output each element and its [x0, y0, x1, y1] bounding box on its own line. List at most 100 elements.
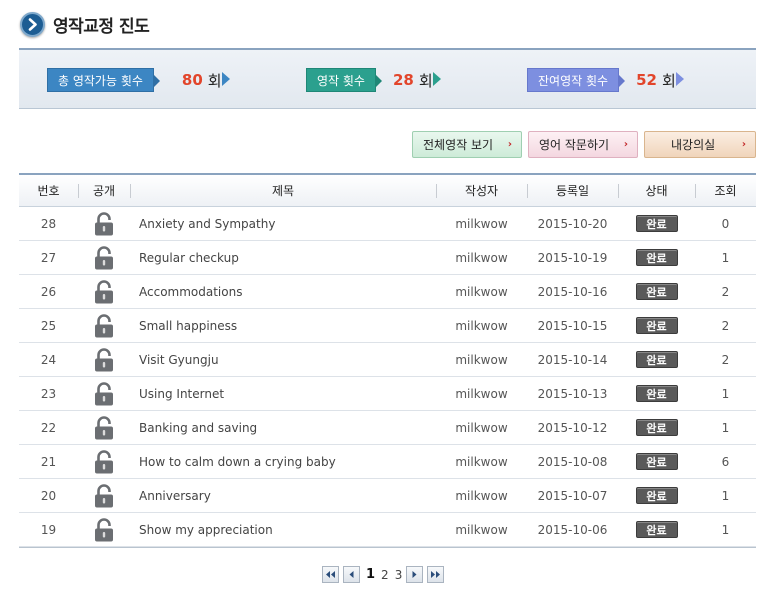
- status-badge: 완료: [635, 419, 678, 436]
- row-views: 1: [721, 488, 730, 503]
- view-all-button[interactable]: 전체영작 보기 ›: [412, 131, 522, 158]
- row-status: 완료: [618, 487, 695, 504]
- write-english-button[interactable]: 영어 작문하기 ›: [528, 131, 638, 158]
- header-date: 등록일: [527, 182, 618, 199]
- stat-arrow-icon: [432, 72, 441, 86]
- row-no: 22: [40, 420, 57, 435]
- row-author: milkwow: [455, 386, 508, 401]
- write-english-label: 영어 작문하기: [539, 138, 610, 152]
- lock-icon: [94, 381, 114, 406]
- row-author: milkwow: [455, 352, 508, 367]
- row-title-link[interactable]: Visit Gyungju: [130, 353, 436, 367]
- page-1[interactable]: 1: [366, 567, 375, 582]
- public-status: [78, 517, 130, 542]
- row-title-link[interactable]: Anniversary: [130, 489, 436, 503]
- left-icon: [349, 571, 354, 578]
- stat-remaining-value: 52: [636, 71, 657, 89]
- row-status: 완료: [618, 317, 695, 334]
- first-page-button[interactable]: [322, 566, 339, 583]
- double-left-icon: [326, 571, 335, 578]
- pagination: 1 2 3: [322, 566, 448, 583]
- public-status: [78, 381, 130, 406]
- row-title-link[interactable]: Show my appreciation: [130, 523, 436, 537]
- row-no: 19: [40, 522, 57, 537]
- public-status: [78, 415, 130, 440]
- row-no: 28: [40, 216, 57, 231]
- status-badge: 완료: [635, 351, 678, 368]
- lock-icon: [94, 279, 114, 304]
- row-author: milkwow: [455, 454, 508, 469]
- row-date: 2015-10-20: [537, 216, 608, 231]
- row-date: 2015-10-07: [537, 488, 608, 503]
- table-row: 19 Show my appreciation milkwow 2015-10-06 완…: [19, 513, 756, 547]
- stat-arrow-icon: [221, 72, 230, 86]
- row-author: milkwow: [455, 216, 508, 231]
- row-no: 21: [40, 454, 57, 469]
- row-title-link[interactable]: Using Internet: [130, 387, 436, 401]
- status-badge: 완료: [635, 487, 678, 504]
- row-title-link[interactable]: Banking and saving: [130, 421, 436, 435]
- header-no: 번호: [37, 184, 60, 198]
- header-title: 제목: [130, 182, 436, 199]
- header-author: 작성자: [436, 182, 527, 199]
- chevron-right-icon: ›: [623, 139, 628, 150]
- row-status: 완료: [618, 419, 695, 436]
- lock-icon: [94, 415, 114, 440]
- page-title: 영작교정 진도: [53, 16, 150, 37]
- row-title-link[interactable]: Small happiness: [130, 319, 436, 333]
- row-status: 완료: [618, 283, 695, 300]
- last-page-button[interactable]: [427, 566, 445, 583]
- row-title-link[interactable]: Anxiety and Sympathy: [130, 217, 436, 231]
- stat-done: 영작 횟수 28 회: [306, 67, 441, 93]
- row-views: 6: [721, 454, 730, 469]
- row-no: 24: [40, 352, 57, 367]
- row-views: 1: [721, 250, 730, 265]
- lock-icon: [94, 245, 114, 270]
- row-views: 1: [721, 522, 730, 537]
- row-author: milkwow: [455, 420, 508, 435]
- row-title-link[interactable]: Regular checkup: [130, 251, 436, 265]
- row-author: milkwow: [455, 284, 508, 299]
- row-date: 2015-10-14: [537, 352, 608, 367]
- page-3[interactable]: 3: [395, 568, 403, 582]
- table-row: 24 Visit Gyungju milkwow 2015-10-14 완료 2: [19, 343, 756, 377]
- public-status: [78, 483, 130, 508]
- status-badge: 완료: [635, 521, 678, 538]
- my-classroom-button[interactable]: 내강의실 ›: [644, 131, 756, 158]
- page-2[interactable]: 2: [381, 568, 389, 582]
- chevron-right-icon: ›: [507, 139, 512, 150]
- public-status: [78, 449, 130, 474]
- row-views: 2: [721, 352, 730, 367]
- row-title-link[interactable]: Accommodations: [130, 285, 436, 299]
- table-row: 26 Accommodations milkwow 2015-10-16 완료 2: [19, 275, 756, 309]
- row-status: 완료: [618, 453, 695, 470]
- stat-total: 총 영작가능 횟수 80 회: [47, 67, 230, 93]
- status-badge: 완료: [635, 215, 678, 232]
- row-no: 26: [40, 284, 57, 299]
- row-date: 2015-10-08: [537, 454, 608, 469]
- row-status: 완료: [618, 215, 695, 232]
- row-status: 완료: [618, 351, 695, 368]
- lock-icon: [94, 517, 114, 542]
- stat-done-label: 영작 횟수: [306, 68, 382, 92]
- header-views: 조회: [695, 182, 756, 199]
- row-date: 2015-10-16: [537, 284, 608, 299]
- row-date: 2015-10-15: [537, 318, 608, 333]
- stat-remaining-unit: 회: [661, 71, 676, 90]
- stat-total-unit: 회: [207, 71, 222, 90]
- next-page-button[interactable]: [406, 566, 424, 583]
- chevron-right-icon: ›: [741, 139, 746, 150]
- table-header: 번호 공개 제목 작성자 등록일 상태 조회: [19, 173, 756, 207]
- public-status: [78, 313, 130, 338]
- row-date: 2015-10-12: [537, 420, 608, 435]
- table-body: 28 Anxiety and Sympathy milkwow 2015-10-20 완…: [19, 207, 756, 548]
- row-title-link[interactable]: How to calm down a crying baby: [130, 455, 436, 469]
- progress-summary: 총 영작가능 횟수 80 회 영작 횟수 28 회 잔여영작 횟수 52 회: [19, 48, 756, 109]
- stat-total-label: 총 영작가능 횟수: [47, 68, 160, 92]
- stat-remaining: 잔여영작 횟수 52 회: [527, 67, 684, 93]
- public-status: [78, 279, 130, 304]
- row-views: 2: [721, 284, 730, 299]
- table-row: 23 Using Internet milkwow 2015-10-13 완료 1: [19, 377, 756, 411]
- stat-done-value: 28: [392, 71, 414, 89]
- prev-page-button[interactable]: [343, 566, 360, 583]
